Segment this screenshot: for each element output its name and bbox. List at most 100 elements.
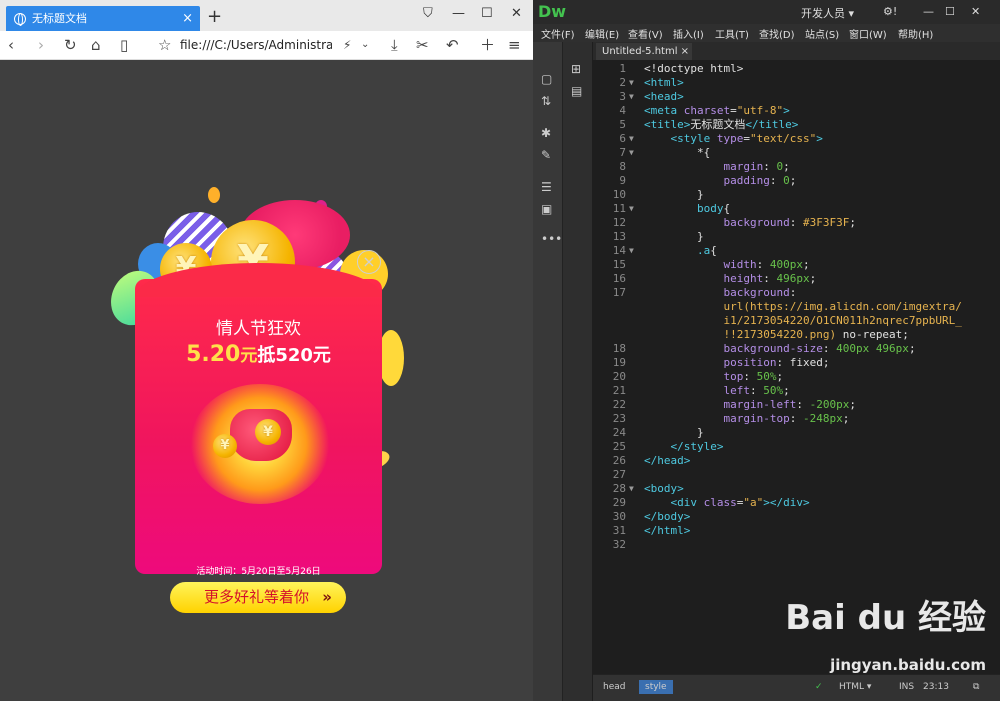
doc-type-select[interactable]: HTML ▾ bbox=[839, 682, 871, 692]
browser-tab[interactable]: 无标题文档 × bbox=[6, 6, 200, 31]
code-text: position: fixed; bbox=[723, 356, 830, 369]
menu-file[interactable]: 文件(F) bbox=[541, 26, 575, 41]
menu-icon[interactable]: ≡ bbox=[508, 35, 521, 55]
menu-find[interactable]: 查找(D) bbox=[759, 26, 795, 41]
code-line[interactable]: 19 position: fixed; bbox=[593, 356, 1000, 370]
image-icon[interactable]: ▣ bbox=[541, 202, 552, 216]
code-line[interactable]: 21 left: 50%; bbox=[593, 384, 1000, 398]
code-line[interactable]: 4 <meta charset="utf-8"> bbox=[593, 104, 1000, 118]
fold-toggle-icon[interactable]: ▼ bbox=[629, 244, 634, 258]
scissors-icon[interactable]: ✂ bbox=[416, 35, 429, 55]
download-icon[interactable]: ⤓ bbox=[391, 35, 398, 55]
minimize-button[interactable]: — bbox=[452, 6, 465, 21]
comment-icon[interactable]: ☰ bbox=[541, 180, 552, 194]
code-line[interactable]: 1 <!doctype html> bbox=[593, 62, 1000, 76]
workspace-switcher[interactable]: 开发人员 ▾ bbox=[801, 5, 854, 21]
code-line[interactable]: 8 margin: 0; bbox=[593, 160, 1000, 174]
sort-icon[interactable]: ⇅ bbox=[541, 94, 551, 108]
dom-tree-icon[interactable]: ⊞ bbox=[571, 62, 581, 76]
code-line[interactable]: 10 } bbox=[593, 188, 1000, 202]
code-line[interactable]: 16 height: 496px; bbox=[593, 272, 1000, 286]
menu-view[interactable]: 查看(V) bbox=[628, 26, 663, 41]
document-tab-close-icon[interactable]: × bbox=[681, 46, 689, 57]
menu-site[interactable]: 站点(S) bbox=[805, 26, 839, 41]
url-field[interactable]: file:///C:/Users/Administrator bbox=[180, 38, 332, 52]
fold-toggle-icon[interactable]: ▼ bbox=[629, 90, 634, 104]
breadcrumb-head[interactable]: head bbox=[603, 682, 625, 692]
wand-icon[interactable]: ✱ bbox=[541, 126, 551, 140]
code-line[interactable]: i1/2173054220/O1CN011h2nqrec7ppbURL_ bbox=[593, 314, 1000, 328]
code-line[interactable]: 5 <title>无标题文档</title> bbox=[593, 118, 1000, 132]
code-line[interactable]: 28 ▼ <body> bbox=[593, 482, 1000, 496]
favorite-icon[interactable]: ☆ bbox=[158, 35, 171, 55]
code-line[interactable]: 22 margin-left: -200px; bbox=[593, 398, 1000, 412]
gear-icon[interactable]: ⚙! bbox=[883, 5, 897, 18]
code-line[interactable]: 24 } bbox=[593, 426, 1000, 440]
code-line[interactable]: 7 ▼ *{ bbox=[593, 146, 1000, 160]
maximize-button[interactable]: ☐ bbox=[945, 5, 955, 18]
new-document-icon[interactable]: ▢ bbox=[541, 72, 552, 86]
more-icon[interactable]: ••• bbox=[541, 232, 562, 246]
fold-toggle-icon[interactable]: ▼ bbox=[629, 202, 634, 216]
line-number: 3 bbox=[619, 90, 626, 103]
code-view-icon[interactable]: ▤ bbox=[571, 84, 582, 98]
add-icon[interactable]: ＋ bbox=[480, 35, 495, 55]
fold-toggle-icon[interactable]: ▼ bbox=[629, 76, 634, 90]
code-line[interactable]: 29 <div class="a"></div> bbox=[593, 496, 1000, 510]
back-icon[interactable]: ‹ bbox=[8, 35, 14, 55]
code-line[interactable]: 31 </html> bbox=[593, 524, 1000, 538]
preview-icon[interactable]: ⧉ bbox=[973, 682, 979, 692]
fold-toggle-icon[interactable]: ▼ bbox=[629, 132, 634, 146]
code-line[interactable]: 13 } bbox=[593, 230, 1000, 244]
code-line[interactable]: 12 background: #3F3F3F; bbox=[593, 216, 1000, 230]
code-line[interactable]: 2 ▼ <html> bbox=[593, 76, 1000, 90]
shirt-icon[interactable]: ⛉ bbox=[423, 6, 433, 21]
code-line[interactable]: url(https://img.alicdn.com/imgextra/ bbox=[593, 300, 1000, 314]
brush-icon[interactable]: ✎ bbox=[541, 148, 551, 162]
close-popup-button[interactable]: × bbox=[357, 250, 381, 274]
close-window-button[interactable]: ✕ bbox=[511, 6, 522, 21]
code-text: <div class="a"></div> bbox=[670, 496, 810, 509]
code-line[interactable]: 11 ▼ body{ bbox=[593, 202, 1000, 216]
menu-tools[interactable]: 工具(T) bbox=[715, 26, 749, 41]
fold-toggle-icon[interactable]: ▼ bbox=[629, 482, 634, 496]
breadcrumb-style[interactable]: style bbox=[639, 680, 673, 694]
code-line[interactable]: 15 width: 400px; bbox=[593, 258, 1000, 272]
code-line[interactable]: 30 </body> bbox=[593, 510, 1000, 524]
code-line[interactable]: 26 </head> bbox=[593, 454, 1000, 468]
minimize-button[interactable]: — bbox=[923, 5, 934, 18]
home-icon[interactable]: ⌂ bbox=[91, 35, 101, 55]
new-tab-button[interactable]: + bbox=[207, 6, 222, 27]
menu-window[interactable]: 窗口(W) bbox=[849, 26, 887, 41]
code-line[interactable]: 20 top: 50%; bbox=[593, 370, 1000, 384]
code-line[interactable]: 17 background: bbox=[593, 286, 1000, 300]
reader-icon[interactable]: ▯ bbox=[120, 35, 128, 55]
close-window-button[interactable]: ✕ bbox=[971, 5, 980, 18]
refresh-icon[interactable]: ↻ bbox=[64, 35, 77, 55]
code-line[interactable]: 23 margin-top: -248px; bbox=[593, 412, 1000, 426]
maximize-button[interactable]: ☐ bbox=[481, 6, 493, 21]
code-editor[interactable]: 1 <!doctype html> 2 ▼ <html> 3 ▼ <head> 4 <meta c… bbox=[593, 60, 1000, 674]
document-tab[interactable]: Untitled-5.html × bbox=[596, 43, 692, 60]
tab-close-icon[interactable]: × bbox=[182, 6, 193, 31]
forward-icon[interactable]: › bbox=[38, 35, 44, 55]
code-line[interactable]: 14 ▼ .a{ bbox=[593, 244, 1000, 258]
code-line[interactable]: 32 bbox=[593, 538, 1000, 552]
code-line[interactable]: 27 bbox=[593, 468, 1000, 482]
code-line[interactable]: 18 background-size: 400px 496px; bbox=[593, 342, 1000, 356]
more-gifts-button[interactable]: 更多好礼等着你 » bbox=[170, 582, 346, 613]
code-text: } bbox=[644, 230, 704, 243]
menu-edit[interactable]: 编辑(E) bbox=[585, 26, 619, 41]
chevron-down-icon[interactable]: ⌄ bbox=[361, 35, 369, 55]
menu-insert[interactable]: 插入(I) bbox=[673, 26, 704, 41]
code-line[interactable]: 25 </style> bbox=[593, 440, 1000, 454]
fold-toggle-icon[interactable]: ▼ bbox=[629, 146, 634, 160]
menu-help[interactable]: 帮助(H) bbox=[898, 26, 933, 41]
undo-icon[interactable]: ↶ bbox=[446, 35, 459, 55]
code-line[interactable]: !!2173054220.png) no-repeat; bbox=[593, 328, 1000, 342]
code-line[interactable]: 6 ▼ <style type="text/css"> bbox=[593, 132, 1000, 146]
dw-logo: Dw bbox=[538, 2, 567, 21]
lightning-icon[interactable]: ⚡ bbox=[343, 35, 351, 55]
code-line[interactable]: 3 ▼ <head> bbox=[593, 90, 1000, 104]
code-line[interactable]: 9 padding: 0; bbox=[593, 174, 1000, 188]
